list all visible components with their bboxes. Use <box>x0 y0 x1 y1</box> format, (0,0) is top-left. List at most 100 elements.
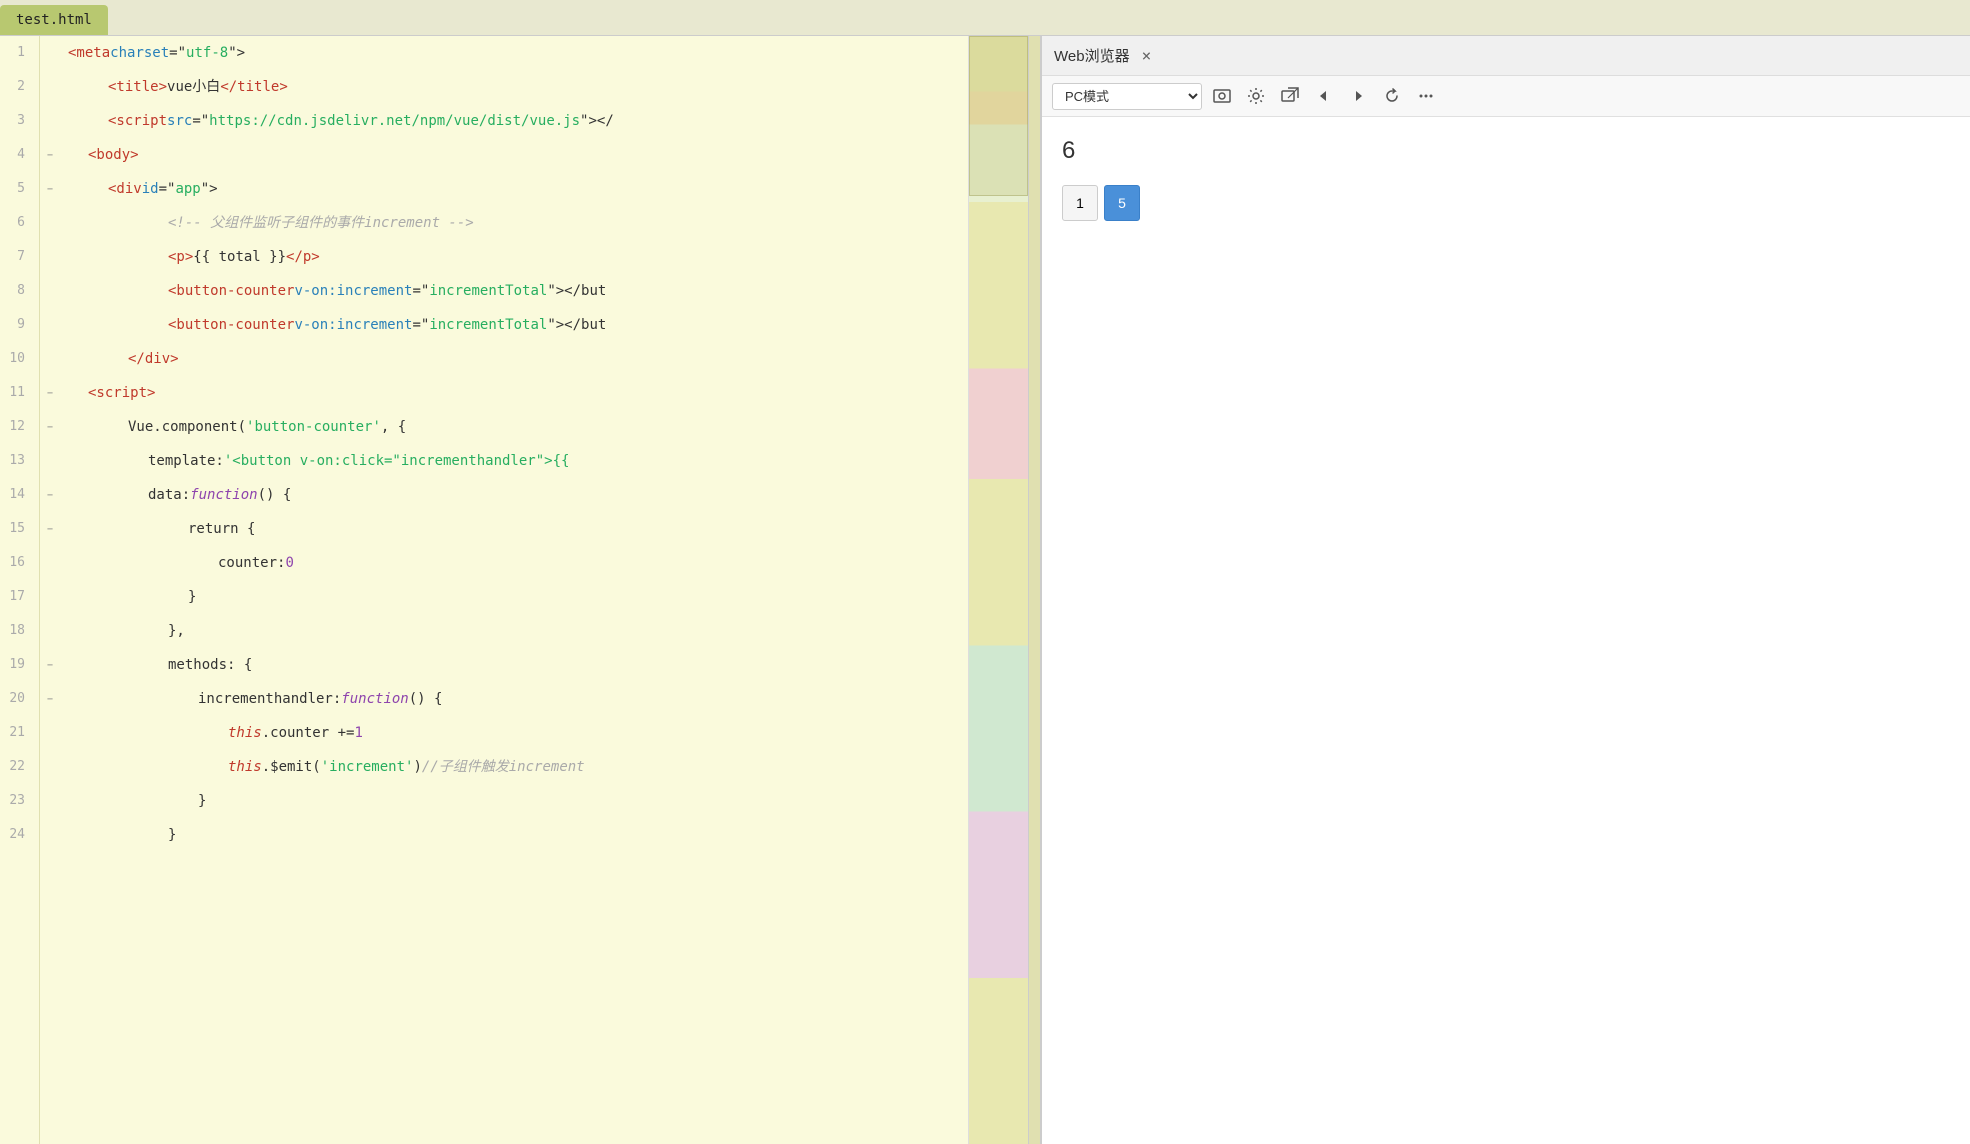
fold-12[interactable]: − <box>40 410 60 444</box>
fold-1 <box>40 36 60 70</box>
forward-icon[interactable] <box>1344 82 1372 110</box>
vertical-scrollbar[interactable] <box>1028 36 1040 1144</box>
browser-toolbar: PC模式 手机模式 平板模式 <box>1042 76 1970 117</box>
line-num-6: 6 <box>0 206 31 240</box>
browser-titlebar: Web浏览器 × <box>1042 36 1970 76</box>
editor-area: 1 2 3 4 5 6 7 8 9 10 11 12 13 14 15 16 1… <box>0 36 1040 1144</box>
screenshot-icon[interactable] <box>1208 82 1236 110</box>
line-num-1: 1 <box>0 36 31 70</box>
code-line-20: incrementhandler: function () { <box>60 682 968 716</box>
fold-5[interactable]: − <box>40 172 60 206</box>
code-line-18: }, <box>60 614 968 648</box>
code-line-21: this.counter += 1 <box>60 716 968 750</box>
line-num-3: 3 <box>0 104 31 138</box>
line-num-2: 2 <box>0 70 31 104</box>
fold-13 <box>40 444 60 478</box>
code-line-24: } <box>60 818 968 852</box>
line-num-24: 24 <box>0 818 31 852</box>
line-num-5: 5 <box>0 172 31 206</box>
fold-15[interactable]: − <box>40 512 60 546</box>
fold-20[interactable]: − <box>40 682 60 716</box>
line-num-11: 11 <box>0 376 31 410</box>
line-num-18: 18 <box>0 614 31 648</box>
tab-bar: test.html <box>0 0 1970 36</box>
code-line-19: methods: { <box>60 648 968 682</box>
code-content[interactable]: <meta charset="utf-8"> <title>vue小白</tit… <box>60 36 968 1144</box>
line-numbers: 1 2 3 4 5 6 7 8 9 10 11 12 13 14 15 16 1… <box>0 36 40 1144</box>
fold-8 <box>40 274 60 308</box>
code-line-12: Vue.component('button-counter', { <box>60 410 968 444</box>
line-num-23: 23 <box>0 784 31 818</box>
line-num-14: 14 <box>0 478 31 512</box>
fold-16 <box>40 546 60 580</box>
refresh-icon[interactable] <box>1378 82 1406 110</box>
code-line-10: </div> <box>60 342 968 376</box>
code-line-15: return { <box>60 512 968 546</box>
fold-21 <box>40 716 60 750</box>
code-tag: <meta <box>68 36 110 70</box>
browser-panel: Web浏览器 × PC模式 手机模式 平板模式 <box>1040 36 1970 1144</box>
code-line-7: <p>{{ total }}</p> <box>60 240 968 274</box>
tab-test-html[interactable]: test.html <box>0 5 108 35</box>
code-line-8: <button-counter v-on:increment="incremen… <box>60 274 968 308</box>
line-num-10: 10 <box>0 342 31 376</box>
main-layout: 1 2 3 4 5 6 7 8 9 10 11 12 13 14 15 16 1… <box>0 36 1970 1144</box>
fold-18 <box>40 614 60 648</box>
code-line-3: <script src="https://cdn.jsdelivr.net/np… <box>60 104 968 138</box>
code-line-11: <script> <box>60 376 968 410</box>
fold-4[interactable]: − <box>40 138 60 172</box>
browser-title: Web浏览器 <box>1054 45 1130 66</box>
fold-6 <box>40 206 60 240</box>
fold-2 <box>40 70 60 104</box>
line-num-12: 12 <box>0 410 31 444</box>
line-num-16: 16 <box>0 546 31 580</box>
browser-close-button[interactable]: × <box>1142 46 1152 65</box>
tab-label: test.html <box>16 12 92 28</box>
code-line-6: <!-- 父组件监听子组件的事件increment --> <box>60 206 968 240</box>
code-line-2: <title>vue小白</title> <box>60 70 968 104</box>
minimap-bg <box>969 36 1028 1144</box>
fold-14[interactable]: − <box>40 478 60 512</box>
line-num-22: 22 <box>0 750 31 784</box>
line-num-15: 15 <box>0 512 31 546</box>
code-line-14: data: function () { <box>60 478 968 512</box>
line-num-9: 9 <box>0 308 31 342</box>
fold-11[interactable]: − <box>40 376 60 410</box>
browser-content: 6 1 5 <box>1042 117 1970 1144</box>
counter-btn-1[interactable]: 1 <box>1062 185 1098 221</box>
fold-22 <box>40 750 60 784</box>
code-line-1: <meta charset="utf-8"> <box>60 36 968 70</box>
line-num-19: 19 <box>0 648 31 682</box>
code-line-9: <button-counter v-on:increment="incremen… <box>60 308 968 342</box>
code-line-13: template: '<button v-on:click="increment… <box>60 444 968 478</box>
line-num-21: 21 <box>0 716 31 750</box>
counter-btn-2[interactable]: 5 <box>1104 185 1140 221</box>
line-num-4: 4 <box>0 138 31 172</box>
result-number: 6 <box>1062 137 1950 165</box>
fold-7 <box>40 240 60 274</box>
mode-select[interactable]: PC模式 手机模式 平板模式 <box>1052 83 1202 110</box>
code-line-16: counter: 0 <box>60 546 968 580</box>
minimap <box>968 36 1028 1144</box>
fold-10 <box>40 342 60 376</box>
fold-19[interactable]: − <box>40 648 60 682</box>
code-line-22: this.$emit('increment') //子组件触发increment <box>60 750 968 784</box>
code-line-23: } <box>60 784 968 818</box>
counter-buttons: 1 5 <box>1062 185 1950 221</box>
fold-23 <box>40 784 60 818</box>
fold-gutter: − − − − − − − − <box>40 36 60 1144</box>
code-line-5: <div id="app"> <box>60 172 968 206</box>
code-line-4: <body> <box>60 138 968 172</box>
fold-17 <box>40 580 60 614</box>
back-icon[interactable] <box>1310 82 1338 110</box>
settings-icon[interactable] <box>1242 82 1270 110</box>
line-num-17: 17 <box>0 580 31 614</box>
code-line-17: } <box>60 580 968 614</box>
line-num-20: 20 <box>0 682 31 716</box>
new-window-icon[interactable] <box>1276 82 1304 110</box>
minimap-viewport[interactable] <box>969 36 1028 196</box>
fold-9 <box>40 308 60 342</box>
more-icon[interactable] <box>1412 82 1440 110</box>
fold-3 <box>40 104 60 138</box>
line-num-13: 13 <box>0 444 31 478</box>
